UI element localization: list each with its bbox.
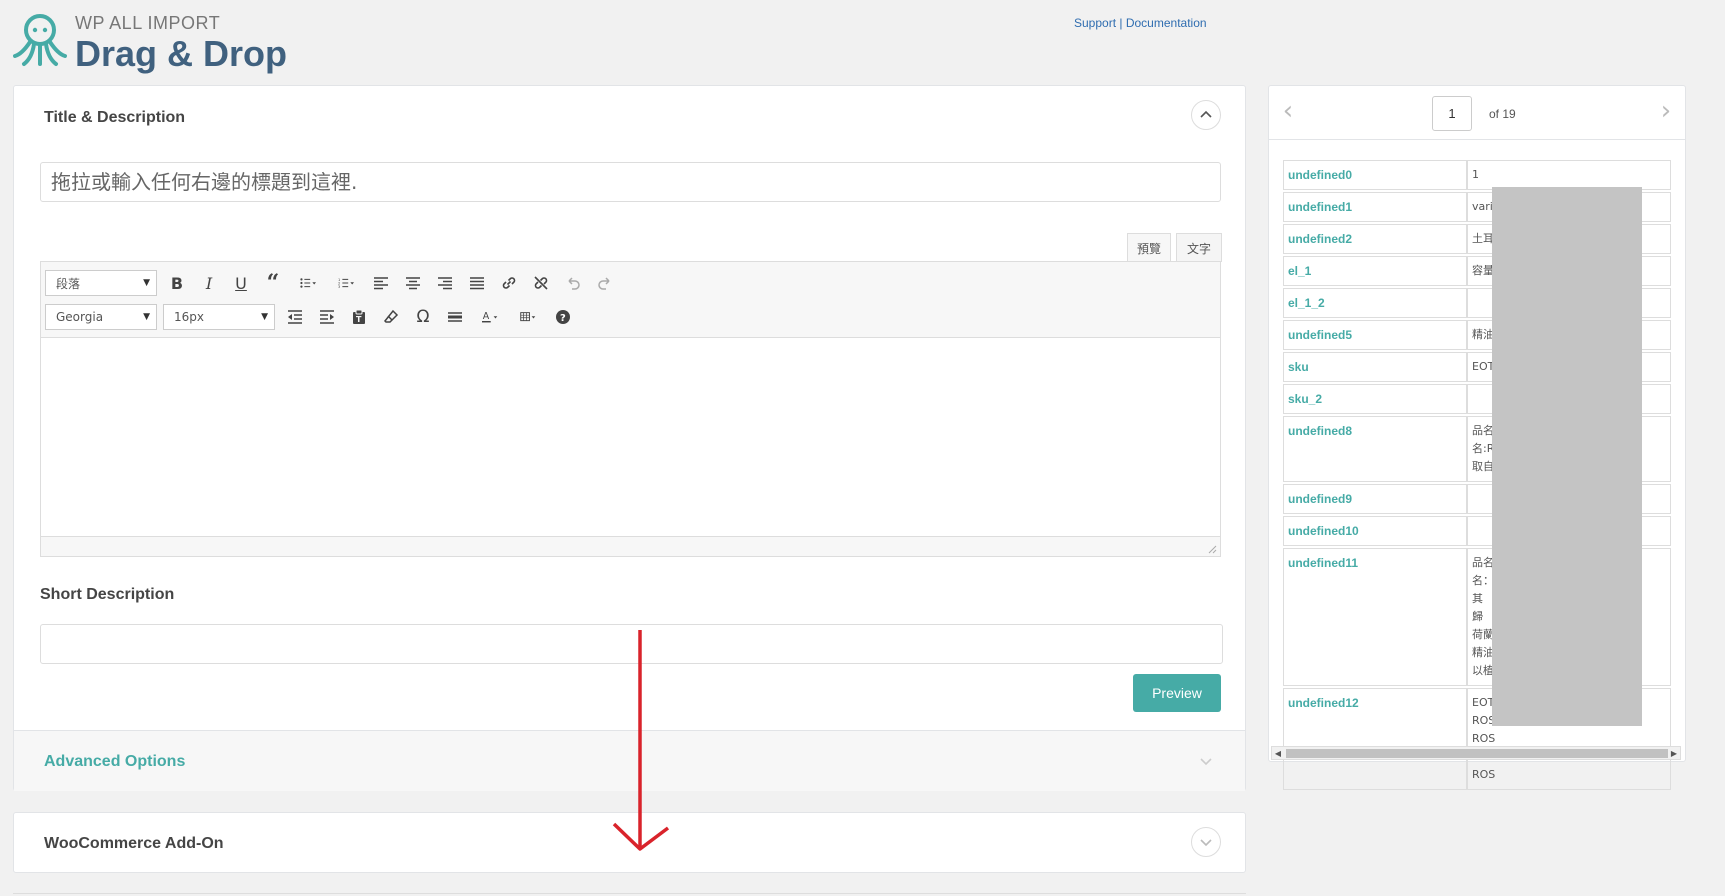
section-title-title-description[interactable]: Title & Description — [44, 109, 185, 127]
chevron-right-icon[interactable]: › — [1651, 96, 1681, 126]
woocommerce-addon-panel[interactable]: WooCommerce Add-On — [13, 812, 1246, 873]
bullet-list-icon[interactable] — [291, 269, 325, 297]
underline-icon[interactable]: U — [227, 269, 255, 297]
woocommerce-addon-title[interactable]: WooCommerce Add-On — [44, 835, 224, 853]
preview-button[interactable]: Preview — [1133, 674, 1221, 712]
chevron-down-icon: ▼ — [143, 312, 150, 322]
top-links: Support | Documentation — [1074, 16, 1207, 30]
bold-icon[interactable]: B — [163, 269, 191, 297]
record-key[interactable]: undefined5 — [1283, 320, 1467, 350]
record-key[interactable]: undefined1 — [1283, 192, 1467, 222]
advanced-options-section[interactable]: Advanced Options — [14, 730, 1245, 791]
undo-icon[interactable] — [559, 269, 587, 297]
support-link[interactable]: Support — [1074, 16, 1116, 30]
chevron-down-icon — [1200, 839, 1212, 847]
font-family-select[interactable]: Georgia ▼ — [45, 304, 157, 330]
editor-toolbar: 段落 ▼ B I U “ 123 Georgia ▼ 16px ▼ T Ω A … — [41, 262, 1220, 338]
toolbar-row-1: 段落 ▼ B I U “ 123 — [45, 269, 623, 297]
indent-icon[interactable] — [313, 303, 341, 331]
record-key[interactable]: undefined0 — [1283, 160, 1467, 190]
short-description-input[interactable] — [40, 624, 1223, 664]
italic-icon[interactable]: I — [195, 269, 223, 297]
scroll-left-icon[interactable]: ◀ — [1273, 748, 1283, 759]
advanced-options-title[interactable]: Advanced Options — [44, 753, 185, 771]
chevron-left-icon[interactable]: ‹ — [1273, 96, 1303, 126]
table-icon[interactable] — [511, 303, 545, 331]
font-family-select-value: Georgia — [56, 310, 104, 324]
collapse-button[interactable] — [1191, 100, 1221, 130]
align-center-icon[interactable] — [399, 269, 427, 297]
align-justify-icon[interactable] — [463, 269, 491, 297]
record-key[interactable]: el_1_2 — [1283, 288, 1467, 318]
format-select-value: 段落 — [56, 276, 81, 291]
short-description-label: Short Description — [40, 586, 175, 603]
divider — [13, 893, 1246, 894]
scrollbar-thumb[interactable] — [1286, 749, 1668, 758]
link-icon[interactable] — [495, 269, 523, 297]
record-key[interactable]: undefined9 — [1283, 484, 1467, 514]
title-description-panel: Title & Description 預覽 文字 段落 ▼ B I U “ 12… — [13, 85, 1246, 791]
wp-all-import-logo-icon — [13, 14, 67, 66]
svg-text:T: T — [356, 315, 362, 324]
expand-button[interactable] — [1191, 746, 1221, 776]
brand-subtitle: WP ALL IMPORT — [75, 13, 221, 33]
svg-text:3: 3 — [338, 285, 341, 289]
record-key[interactable]: el_1 — [1283, 256, 1467, 286]
table-row: undefined0 1 — [1283, 160, 1671, 190]
chevron-down-icon — [1200, 758, 1212, 766]
chevron-down-icon: ▼ — [261, 312, 268, 322]
content-editor: 段落 ▼ B I U “ 123 Georgia ▼ 16px ▼ T Ω A … — [40, 261, 1221, 557]
record-key[interactable]: undefined8 — [1283, 416, 1467, 482]
tab-visual[interactable]: 預覽 — [1127, 233, 1171, 262]
blockquote-icon[interactable]: “ — [259, 269, 287, 297]
record-key[interactable]: undefined12 — [1283, 688, 1467, 790]
record-count: of 19 — [1489, 107, 1516, 121]
horizontal-scrollbar[interactable]: ◀ ▶ — [1271, 746, 1681, 760]
title-input[interactable] — [40, 162, 1221, 202]
horizontal-line-icon[interactable] — [441, 303, 469, 331]
svg-text:?: ? — [560, 313, 566, 324]
eraser-icon[interactable] — [377, 303, 405, 331]
font-size-select-value: 16px — [174, 310, 204, 324]
record-value[interactable]: 1 — [1467, 160, 1671, 190]
record-key[interactable]: undefined2 — [1283, 224, 1467, 254]
special-character-icon[interactable]: Ω — [409, 303, 437, 331]
numbered-list-icon[interactable]: 123 — [329, 269, 363, 297]
link-separator: | — [1119, 16, 1123, 30]
record-key[interactable]: sku — [1283, 352, 1467, 382]
record-key[interactable]: sku_2 — [1283, 384, 1467, 414]
chevron-down-icon: ▼ — [143, 278, 150, 288]
svg-text:A: A — [483, 311, 490, 322]
text-color-icon[interactable]: A — [473, 303, 507, 331]
record-pager: ‹ of 19 › — [1269, 86, 1685, 140]
page-title: Drag & Drop — [75, 33, 288, 74]
format-select[interactable]: 段落 ▼ — [45, 270, 157, 296]
align-right-icon[interactable] — [431, 269, 459, 297]
editor-content-area[interactable] — [41, 339, 1220, 537]
expand-button[interactable] — [1191, 827, 1221, 857]
outdent-icon[interactable] — [281, 303, 309, 331]
redo-icon[interactable] — [591, 269, 619, 297]
redacted-region — [1492, 187, 1642, 726]
chevron-up-icon — [1200, 110, 1212, 118]
editor-status-bar — [41, 536, 1220, 556]
font-size-select[interactable]: 16px ▼ — [163, 304, 275, 330]
record-number-input[interactable] — [1432, 96, 1472, 131]
unlink-icon[interactable] — [527, 269, 555, 297]
resize-handle-icon[interactable] — [1205, 542, 1217, 554]
help-icon[interactable]: ? — [549, 303, 577, 331]
record-key[interactable]: undefined10 — [1283, 516, 1467, 546]
paste-text-icon[interactable]: T — [345, 303, 373, 331]
record-key[interactable]: undefined11 — [1283, 548, 1467, 686]
align-left-icon[interactable] — [367, 269, 395, 297]
tab-text[interactable]: 文字 — [1176, 233, 1222, 262]
scroll-right-icon[interactable]: ▶ — [1669, 748, 1679, 759]
documentation-link[interactable]: Documentation — [1126, 16, 1207, 30]
toolbar-row-2: Georgia ▼ 16px ▼ T Ω A ? — [45, 303, 581, 331]
